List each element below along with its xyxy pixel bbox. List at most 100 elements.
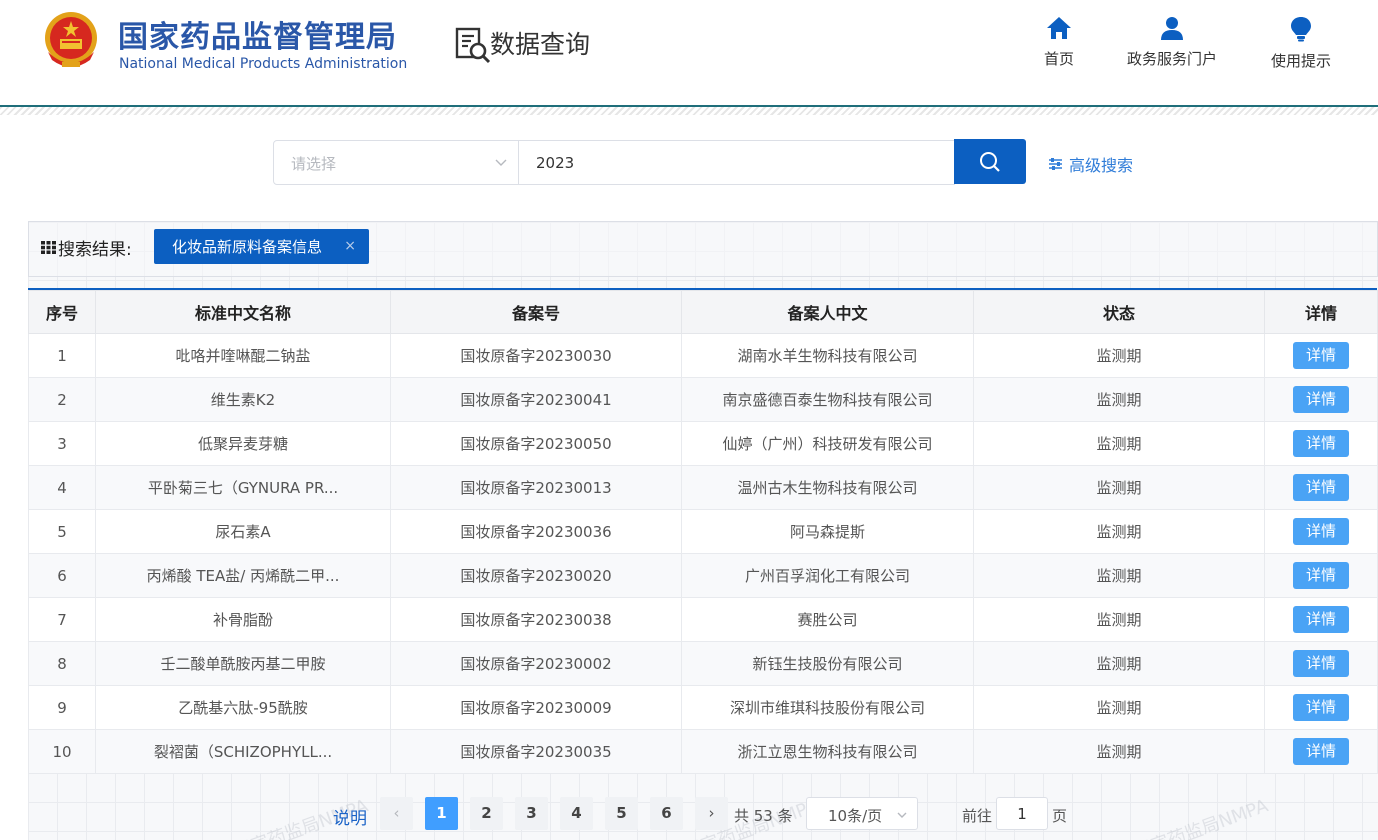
page-button-3[interactable]: 3 [515, 797, 548, 830]
cell-detail: 详情 [1264, 509, 1378, 554]
cell-applicant: 深圳市维琪科技股份有限公司 [681, 685, 974, 730]
cell-name: 裂褶菌（SCHIZOPHYLL... [95, 729, 391, 774]
grid-list-icon [41, 241, 56, 254]
search-result-bar: 搜索结果: 化妆品新原料备案信息 × [28, 221, 1378, 277]
page-button-6[interactable]: 6 [650, 797, 683, 830]
detail-button[interactable]: 详情 [1293, 606, 1349, 633]
table-row: 5 尿石素A 国妆原备字20230036 阿马森提斯 监测期 详情 [28, 509, 1378, 554]
nav-service-portal[interactable]: 政务服务门户 [1122, 16, 1222, 69]
cell-name: 丙烯酸 TEA盐/ 丙烯酰二甲... [95, 553, 391, 598]
col-header-no: 序号 [28, 290, 96, 334]
page-button-5[interactable]: 5 [605, 797, 638, 830]
cell-record-no: 国妆原备字20230050 [390, 421, 682, 466]
cell-no: 3 [28, 421, 96, 466]
nav-service-portal-label: 政务服务门户 [1126, 50, 1217, 68]
data-query-icon [455, 27, 491, 64]
cell-status: 监测期 [973, 333, 1265, 378]
explain-link[interactable]: 说明 [333, 804, 367, 829]
cell-no: 5 [28, 509, 96, 554]
table-row: 1 吡咯并喹啉醌二钠盐 国妆原备字20230030 湖南水羊生物科技有限公司 监… [28, 333, 1378, 378]
nav-home[interactable]: 首页 [1038, 16, 1080, 69]
cell-applicant: 温州古木生物科技有限公司 [681, 465, 974, 510]
detail-button[interactable]: 详情 [1293, 342, 1349, 369]
cell-applicant: 新钰生技股份有限公司 [681, 641, 974, 686]
result-filter-tag-label: 化妆品新原料备案信息 [172, 238, 323, 256]
cell-name: 尿石素A [95, 509, 391, 554]
page-button-2[interactable]: 2 [470, 797, 503, 830]
search-input[interactable] [519, 140, 955, 185]
cell-detail: 详情 [1264, 465, 1378, 510]
cell-applicant: 浙江立恩生物科技有限公司 [681, 729, 974, 774]
org-name-cn: 国家药品监督管理局 [118, 20, 397, 55]
cell-record-no: 国妆原备字20230002 [390, 641, 682, 686]
nav-usage-tips-label: 使用提示 [1270, 52, 1331, 70]
cell-detail: 详情 [1264, 597, 1378, 642]
col-header-status: 状态 [973, 290, 1265, 334]
page-button-1[interactable]: 1 [425, 797, 458, 830]
cell-no: 1 [28, 333, 96, 378]
nav-home-label: 首页 [1043, 50, 1074, 68]
detail-button[interactable]: 详情 [1293, 430, 1349, 457]
chevron-down-icon [495, 159, 507, 166]
page-size-select[interactable]: 10条/页 [806, 797, 918, 830]
cell-name: 维生素K2 [95, 377, 391, 422]
cell-applicant: 仙婷（广州）科技研发有限公司 [681, 421, 974, 466]
detail-button[interactable]: 详情 [1293, 650, 1349, 677]
filter-sliders-icon [1049, 158, 1062, 170]
table-row: 2 维生素K2 国妆原备字20230041 南京盛德百泰生物科技有限公司 监测期… [28, 377, 1378, 422]
detail-button[interactable]: 详情 [1293, 694, 1349, 721]
cell-applicant: 赛胜公司 [681, 597, 974, 642]
prev-page-button[interactable]: ‹ [380, 797, 413, 830]
close-icon[interactable]: × [344, 238, 356, 254]
lightbulb-icon [1291, 17, 1311, 42]
detail-button[interactable]: 详情 [1293, 562, 1349, 589]
cell-detail: 详情 [1264, 729, 1378, 774]
cell-record-no: 国妆原备字20230036 [390, 509, 682, 554]
cell-name: 吡咯并喹啉醌二钠盐 [95, 333, 391, 378]
search-button[interactable] [954, 139, 1026, 184]
detail-button[interactable]: 详情 [1293, 474, 1349, 501]
cell-applicant: 湖南水羊生物科技有限公司 [681, 333, 974, 378]
table-row: 6 丙烯酸 TEA盐/ 丙烯酰二甲... 国妆原备字20230020 广州百孚润… [28, 553, 1378, 598]
chevron-down-icon [897, 812, 907, 818]
cell-status: 监测期 [973, 509, 1265, 554]
detail-button[interactable]: 详情 [1293, 738, 1349, 765]
page-button-4[interactable]: 4 [560, 797, 593, 830]
cell-record-no: 国妆原备字20230030 [390, 333, 682, 378]
table-row: 8 壬二酸单酰胺丙基二甲胺 国妆原备字20230002 新钰生技股份有限公司 监… [28, 641, 1378, 686]
cell-record-no: 国妆原备字20230038 [390, 597, 682, 642]
table-row: 4 平卧菊三七（GYNURA PR... 国妆原备字20230013 温州古木生… [28, 465, 1378, 510]
pagination: 说明 ‹ 1 2 3 4 5 6 › 共 53 条 10条/页 前往 页 [0, 797, 1378, 831]
cell-detail: 详情 [1264, 333, 1378, 378]
cell-applicant: 南京盛德百泰生物科技有限公司 [681, 377, 974, 422]
category-select[interactable]: 请选择 [273, 140, 519, 185]
cell-status: 监测期 [973, 729, 1265, 774]
detail-button[interactable]: 详情 [1293, 386, 1349, 413]
cell-status: 监测期 [973, 597, 1265, 642]
search-icon [980, 151, 1000, 172]
cell-detail: 详情 [1264, 377, 1378, 422]
cell-detail: 详情 [1264, 553, 1378, 598]
nav-usage-tips[interactable]: 使用提示 [1264, 16, 1338, 71]
cell-name: 低聚异麦芽糖 [95, 421, 391, 466]
cell-no: 9 [28, 685, 96, 730]
section-title: 数据查询 [490, 30, 591, 59]
home-icon [1047, 17, 1071, 39]
detail-button[interactable]: 详情 [1293, 518, 1349, 545]
cell-name: 乙酰基六肽-95酰胺 [95, 685, 391, 730]
cell-status: 监测期 [973, 685, 1265, 730]
total-count: 共 53 条 [734, 807, 793, 825]
cell-record-no: 国妆原备字20230041 [390, 377, 682, 422]
site-header: 国家药品监督管理局 National Medical Products Admi… [0, 0, 1378, 106]
cell-status: 监测期 [973, 641, 1265, 686]
cell-detail: 详情 [1264, 685, 1378, 730]
next-page-button[interactable]: › [695, 797, 728, 830]
cell-record-no: 国妆原备字20230013 [390, 465, 682, 510]
goto-label: 前往 [962, 807, 993, 825]
goto-page-input[interactable] [996, 797, 1048, 830]
cell-name: 平卧菊三七（GYNURA PR... [95, 465, 391, 510]
cell-no: 8 [28, 641, 96, 686]
header-stripe [0, 107, 1378, 115]
cell-name: 补骨脂酚 [95, 597, 391, 642]
advanced-search-link[interactable]: 高级搜索 [1048, 152, 1133, 176]
